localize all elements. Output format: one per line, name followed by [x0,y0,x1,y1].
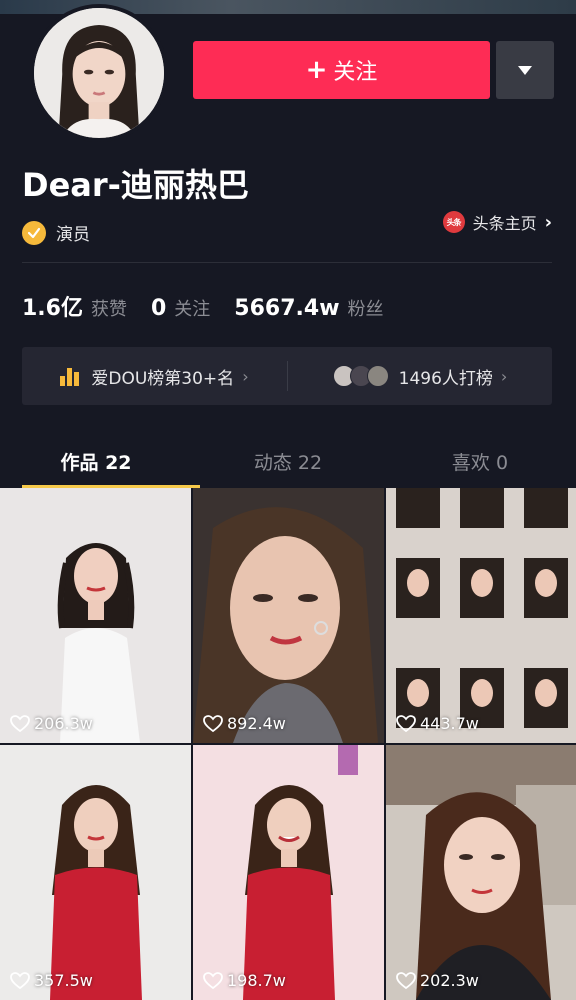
tab-works[interactable]: 作品 22 [0,438,200,488]
like-count-text: 357.5w [34,971,93,990]
more-options-button[interactable] [496,41,554,99]
chevron-right-icon: › [242,366,249,386]
likes-count: 1.6亿 [22,296,83,321]
following-label[interactable]: 关注 [174,295,210,321]
verified-check-icon [22,220,46,245]
like-count-text: 443.7w [420,714,479,733]
idol-rank-label: 爱DOU榜第30+名 [91,368,235,389]
video-thumbnail-image [193,745,384,1000]
like-count-text: 206.3w [34,714,93,733]
heart-icon [396,971,416,989]
avatar-image [34,8,164,138]
tab-likes-label: 喜欢 0 [451,452,509,474]
idol-rank-bar: 爱DOU榜第30+名 › 1496人打榜 › [22,347,552,405]
like-count-text: 892.4w [227,714,286,733]
video-thumbnail-image [386,488,576,743]
supporter-avatars [332,365,389,387]
tab-works-label: 作品 22 [60,452,132,474]
video-thumbnail[interactable]: 892.4w [193,488,384,743]
role-label: 演员 [56,225,90,245]
video-like-count: 198.7w [203,971,286,990]
heart-icon [10,714,30,732]
video-like-count: 206.3w [10,714,93,733]
profile-tabs: 作品 22 动态 22 喜欢 0 [0,438,576,488]
heart-icon [396,714,416,732]
divider [22,262,552,263]
video-thumbnail-image [0,745,191,1000]
follow-button-label: 关注 [333,60,378,85]
toutiao-icon: 头条 [442,211,465,233]
supporters-label: 1496人打榜 [398,368,493,389]
video-thumbnail[interactable]: 206.3w [0,488,191,743]
video-like-count: 443.7w [396,714,479,733]
video-like-count: 892.4w [203,714,286,733]
plus-icon: + [305,55,328,85]
video-like-count: 202.3w [396,971,479,990]
stats-row: 1.6亿 获赞 0 关注 5667.4w 粉丝 [22,290,408,322]
bar-chart-icon [60,366,81,386]
following-count[interactable]: 0 [151,296,166,321]
heart-icon [203,714,223,732]
video-thumbnail-image [0,488,191,743]
like-count-text: 202.3w [420,971,479,990]
toutiao-homepage-link[interactable]: 头条 头条主页 › [442,210,552,234]
heart-icon [10,971,30,989]
heart-icon [203,971,223,989]
follow-button[interactable]: + 关注 [193,41,490,99]
video-like-count: 357.5w [10,971,93,990]
toutiao-label: 头条主页 [472,214,537,233]
video-thumbnail-image [386,745,576,1000]
tab-activity-label: 动态 22 [253,452,323,474]
avatar[interactable] [30,4,168,142]
supporter-avatar [366,365,389,387]
video-thumbnail[interactable]: 202.3w [386,745,576,1000]
profile-name: Dear-迪丽热巴 [22,166,249,204]
followers-count[interactable]: 5667.4w [234,296,339,321]
chevron-right-icon: › [544,211,552,233]
likes-label: 获赞 [90,299,127,320]
verified-role: 演员 [22,220,90,245]
video-thumbnail-image [193,488,384,743]
video-thumbnail[interactable]: 198.7w [193,745,384,1000]
followers-label[interactable]: 粉丝 [348,295,384,321]
video-grid: 206.3w 892.4w 443.7w 357.5w 198.7w 202.3… [0,488,576,1000]
tab-likes[interactable]: 喜欢 0 [384,438,576,488]
chevron-right-icon: › [500,366,508,386]
idol-rank-link[interactable]: 爱DOU榜第30+名 › [22,347,287,405]
like-count-text: 198.7w [227,971,286,990]
video-thumbnail[interactable]: 357.5w [0,745,191,1000]
video-thumbnail[interactable]: 443.7w [386,488,576,743]
supporters-link[interactable]: 1496人打榜 › [288,347,552,405]
tab-activity[interactable]: 动态 22 [192,438,384,488]
caret-down-icon [518,65,532,75]
